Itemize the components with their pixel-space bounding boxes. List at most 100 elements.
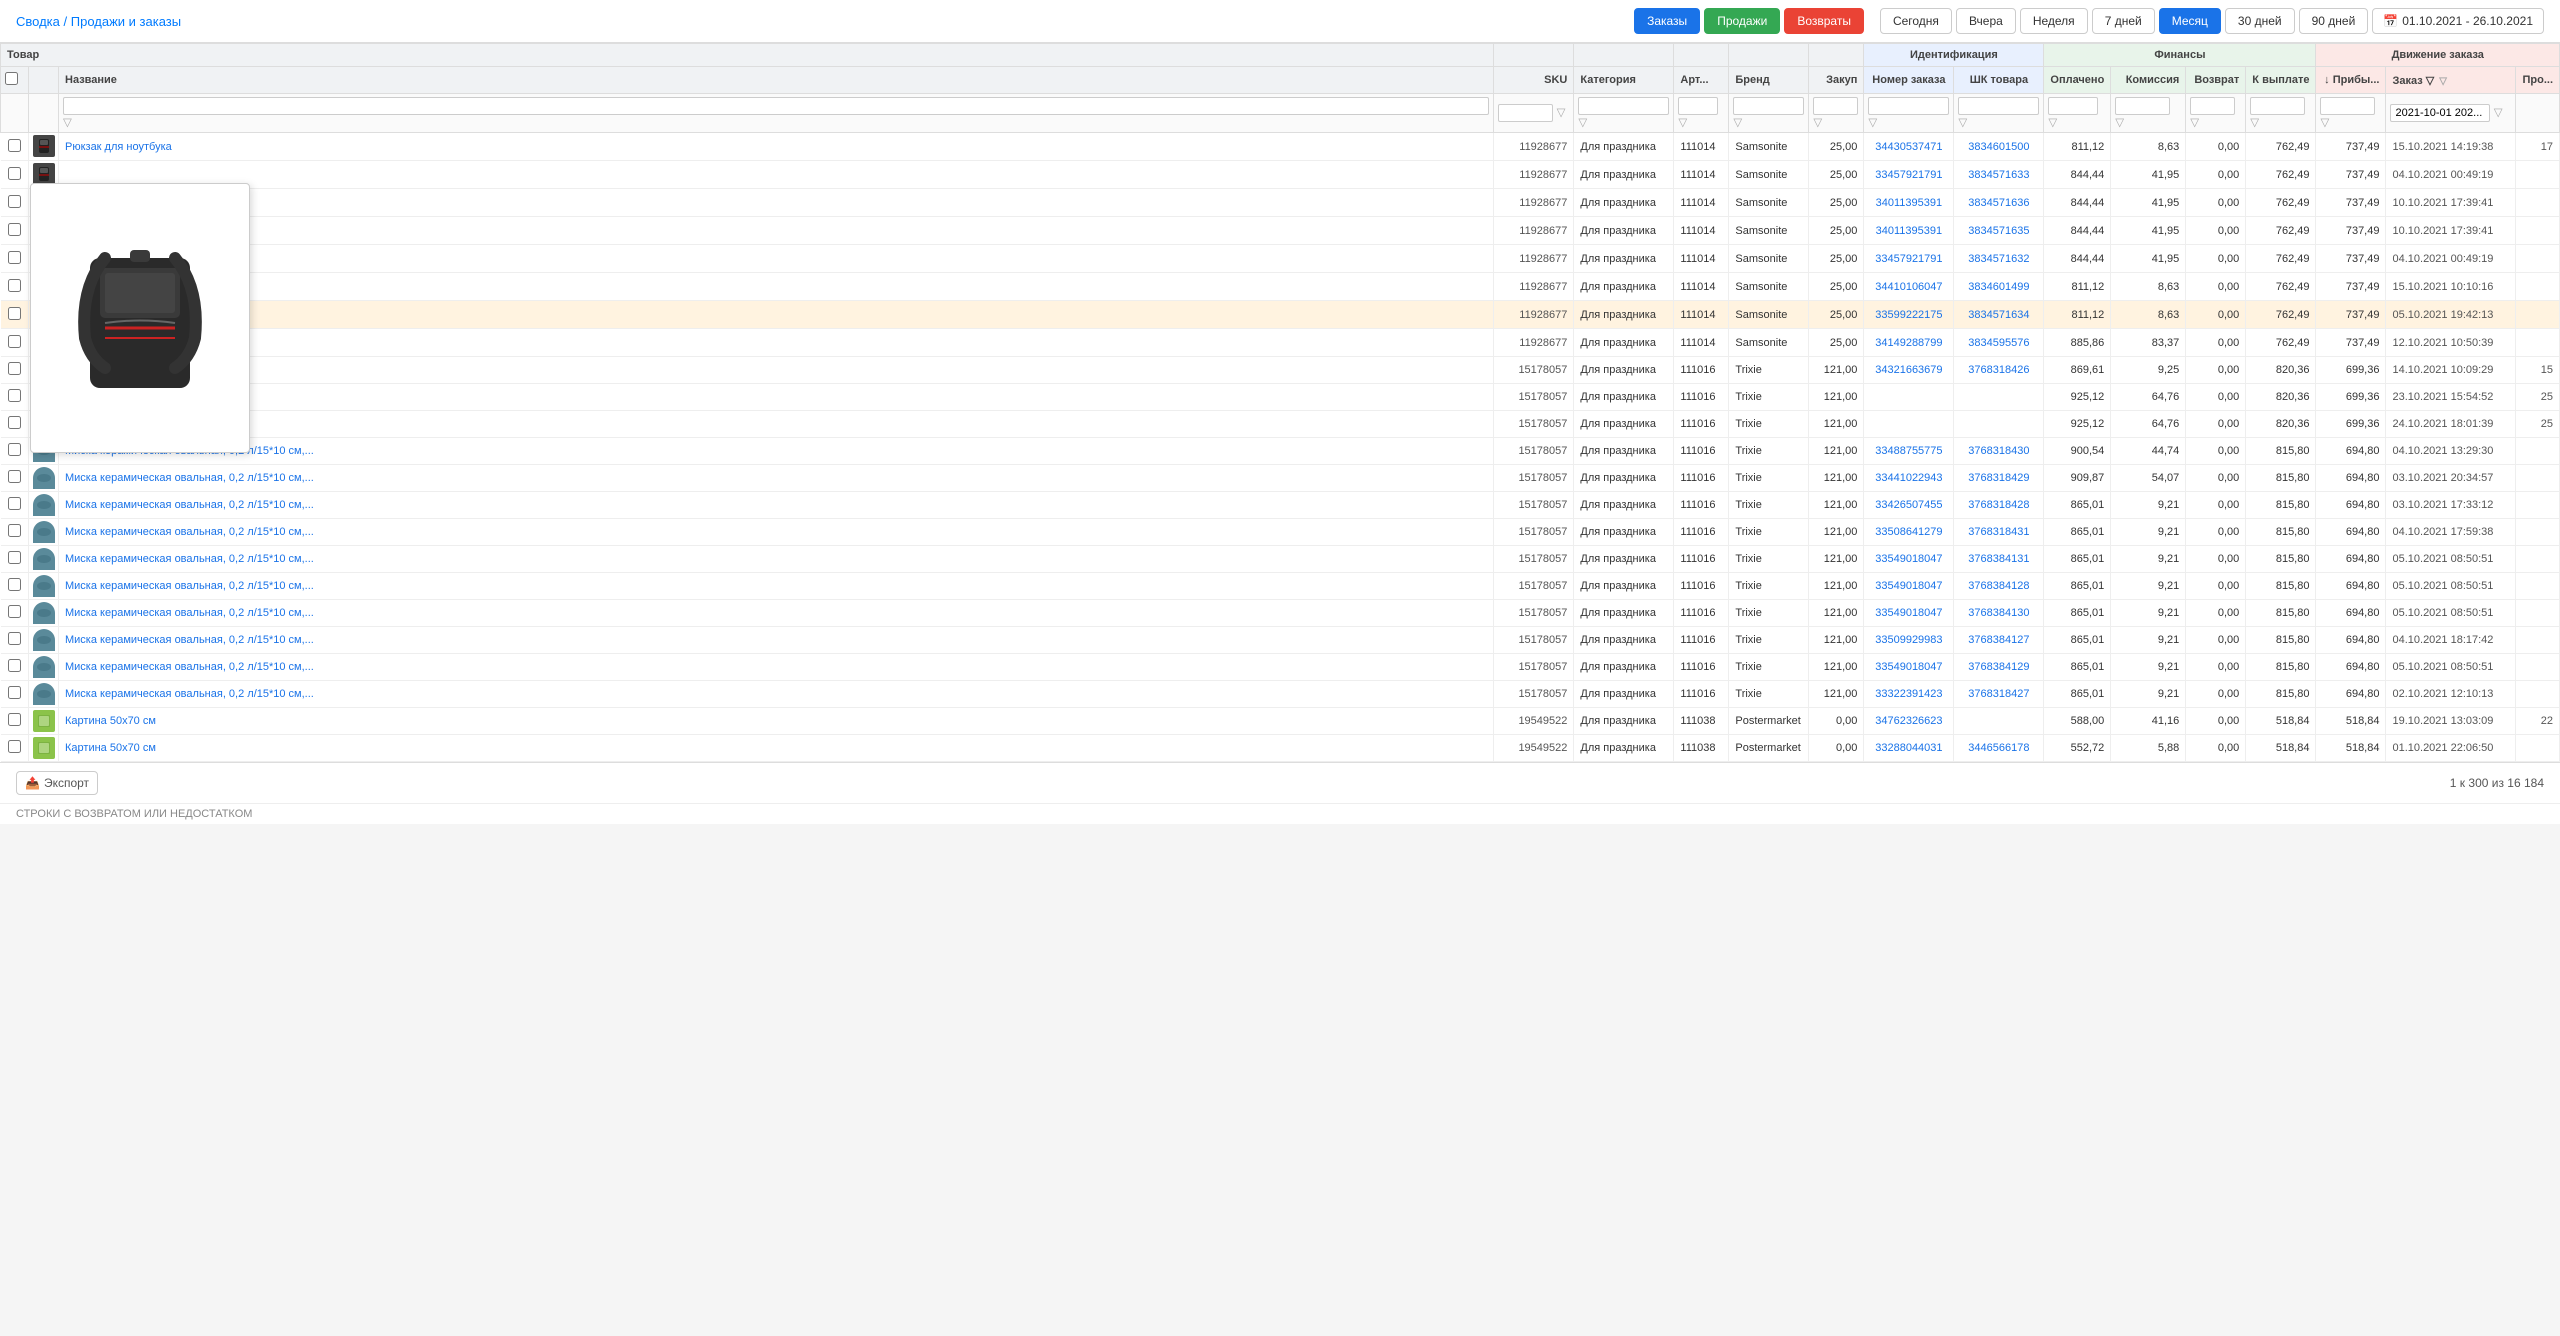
row-checkbox-21[interactable]: [8, 713, 21, 726]
row-checkbox-5[interactable]: [8, 279, 21, 292]
barcode-link[interactable]: 3768318426: [1968, 364, 2029, 376]
row-checkbox-8[interactable]: [8, 362, 21, 375]
filter-article-input[interactable]: [1678, 97, 1718, 115]
export-button[interactable]: 📤 Экспорт: [16, 771, 98, 795]
filter-paid-icon[interactable]: ▽: [2048, 117, 2057, 129]
filter-return-icon[interactable]: ▽: [2190, 117, 2199, 129]
order-number-link[interactable]: 33426507455: [1875, 499, 1942, 511]
order-number-link[interactable]: 33549018047: [1875, 553, 1942, 565]
filter-sku-input[interactable]: [1498, 104, 1553, 122]
filter-sku-icon[interactable]: ▽: [1557, 107, 1566, 119]
30days-button[interactable]: 30 дней: [2225, 8, 2295, 34]
filter-date-icon[interactable]: ▽: [2494, 107, 2503, 119]
orders-button[interactable]: Заказы: [1634, 8, 1700, 34]
filter-payout-input[interactable]: [2250, 97, 2305, 115]
90days-button[interactable]: 90 дней: [2299, 8, 2369, 34]
order-number-link[interactable]: 33549018047: [1875, 607, 1942, 619]
order-number-link[interactable]: 33599222175: [1875, 309, 1942, 321]
barcode-link[interactable]: 3834571634: [1968, 309, 2029, 321]
filter-zakup-input[interactable]: [1813, 97, 1858, 115]
filter-article-icon[interactable]: ▽: [1678, 117, 1687, 129]
row-checkbox-4[interactable]: [8, 251, 21, 264]
row-checkbox-1[interactable]: [8, 167, 21, 180]
month-button[interactable]: Месяц: [2159, 8, 2221, 34]
row-checkbox-3[interactable]: [8, 223, 21, 236]
filter-barcode-input[interactable]: [1958, 97, 2039, 115]
order-number-link[interactable]: 34149288799: [1875, 337, 1942, 349]
product-name[interactable]: Миска керамическая овальная, 0,2 л/15*10…: [65, 499, 314, 511]
order-number-link[interactable]: 34011395391: [1876, 225, 1942, 237]
order-number-link[interactable]: 33288044031: [1875, 742, 1942, 754]
barcode-link[interactable]: 3768318429: [1968, 472, 2029, 484]
product-name[interactable]: Миска керамическая овальная, 0,2 л/15*10…: [65, 607, 314, 619]
order-number-link[interactable]: 34321663679: [1875, 364, 1942, 376]
filter-category-input[interactable]: [1578, 97, 1669, 115]
filter-profit-input[interactable]: [2320, 97, 2375, 115]
filter-icon[interactable]: ▽: [2439, 76, 2447, 87]
filter-commission-icon[interactable]: ▽: [2115, 117, 2124, 129]
barcode-link[interactable]: 3768318431: [1968, 526, 2029, 538]
row-checkbox-22[interactable]: [8, 740, 21, 753]
select-all-checkbox[interactable]: [5, 72, 18, 85]
filter-paid-input[interactable]: [2048, 97, 2098, 115]
order-number-link[interactable]: 33322391423: [1875, 688, 1942, 700]
order-number-link[interactable]: 34762326623: [1875, 715, 1942, 727]
product-name[interactable]: Миска керамическая овальная, 0,2 л/15*10…: [65, 472, 314, 484]
order-number-link[interactable]: 33457921791: [1875, 253, 1942, 265]
yesterday-button[interactable]: Вчера: [1956, 8, 2016, 34]
filter-order-icon[interactable]: ▽: [1868, 117, 1877, 129]
filter-brand-input[interactable]: [1733, 97, 1804, 115]
date-range-button[interactable]: 📅 01.10.2021 - 26.10.2021: [2372, 8, 2544, 34]
filter-category-icon[interactable]: ▽: [1578, 117, 1587, 129]
product-name[interactable]: Миска керамическая овальная, 0,2 л/15*10…: [65, 661, 314, 673]
order-number-link[interactable]: 33509929983: [1875, 634, 1942, 646]
barcode-link[interactable]: 3834571636: [1968, 197, 2029, 209]
order-number-link[interactable]: 34410106047: [1875, 281, 1942, 293]
product-name[interactable]: Миска керамическая овальная, 0,2 л/15*10…: [65, 580, 314, 592]
filter-date-input[interactable]: [2390, 104, 2490, 122]
barcode-link[interactable]: 3768318428: [1968, 499, 2029, 511]
row-checkbox-18[interactable]: [8, 632, 21, 645]
order-number-link[interactable]: 33508641279: [1875, 526, 1942, 538]
row-checkbox-2[interactable]: [8, 195, 21, 208]
row-checkbox-20[interactable]: [8, 686, 21, 699]
filter-barcode-icon[interactable]: ▽: [1958, 117, 1967, 129]
barcode-link[interactable]: 3768384128: [1968, 580, 2029, 592]
filter-return-input[interactable]: [2190, 97, 2235, 115]
barcode-link[interactable]: 3768318430: [1968, 445, 2029, 457]
product-name[interactable]: Миска керамическая овальная, 0,2 л/15*10…: [65, 634, 314, 646]
barcode-link[interactable]: 3768318427: [1968, 688, 2029, 700]
filter-profit-icon[interactable]: ▽: [2320, 117, 2329, 129]
7days-button[interactable]: 7 дней: [2092, 8, 2155, 34]
row-checkbox-16[interactable]: [8, 578, 21, 591]
barcode-link[interactable]: 3768384129: [1968, 661, 2029, 673]
order-number-link[interactable]: 33457921791: [1875, 169, 1942, 181]
filter-commission-input[interactable]: [2115, 97, 2170, 115]
barcode-link[interactable]: 3834571632: [1968, 253, 2029, 265]
barcode-link[interactable]: 3834571635: [1968, 225, 2029, 237]
barcode-link[interactable]: 3768384127: [1968, 634, 2029, 646]
filter-name-input[interactable]: [63, 97, 1489, 115]
row-checkbox-19[interactable]: [8, 659, 21, 672]
product-name[interactable]: Миска керамическая овальная, 0,2 л/15*10…: [65, 526, 314, 538]
row-checkbox-13[interactable]: [8, 497, 21, 510]
order-number-link[interactable]: 33488755775: [1875, 445, 1942, 457]
barcode-link[interactable]: 3446566178: [1968, 742, 2029, 754]
row-checkbox-10[interactable]: [8, 416, 21, 429]
product-name[interactable]: Миска керамическая овальная, 0,2 л/15*10…: [65, 688, 314, 700]
filter-name-icon[interactable]: ▽: [63, 117, 72, 129]
filter-payout-icon[interactable]: ▽: [2250, 117, 2259, 129]
product-name[interactable]: Миска керамическая овальная, 0,2 л/15*10…: [65, 553, 314, 565]
order-number-link[interactable]: 33549018047: [1875, 580, 1942, 592]
barcode-link[interactable]: 3834571633: [1968, 169, 2029, 181]
product-name[interactable]: Картина 50х70 см: [65, 742, 156, 754]
order-number-link[interactable]: 33441022943: [1875, 472, 1942, 484]
barcode-link[interactable]: 3834595576: [1968, 337, 2029, 349]
order-number-link[interactable]: 34430537471: [1875, 141, 1942, 153]
row-checkbox-12[interactable]: [8, 470, 21, 483]
row-checkbox-0[interactable]: [8, 139, 21, 152]
week-button[interactable]: Неделя: [2020, 8, 2088, 34]
product-name[interactable]: Картина 50x70 см: [65, 715, 156, 727]
filter-zakup-icon[interactable]: ▽: [1813, 117, 1822, 129]
row-checkbox-14[interactable]: [8, 524, 21, 537]
